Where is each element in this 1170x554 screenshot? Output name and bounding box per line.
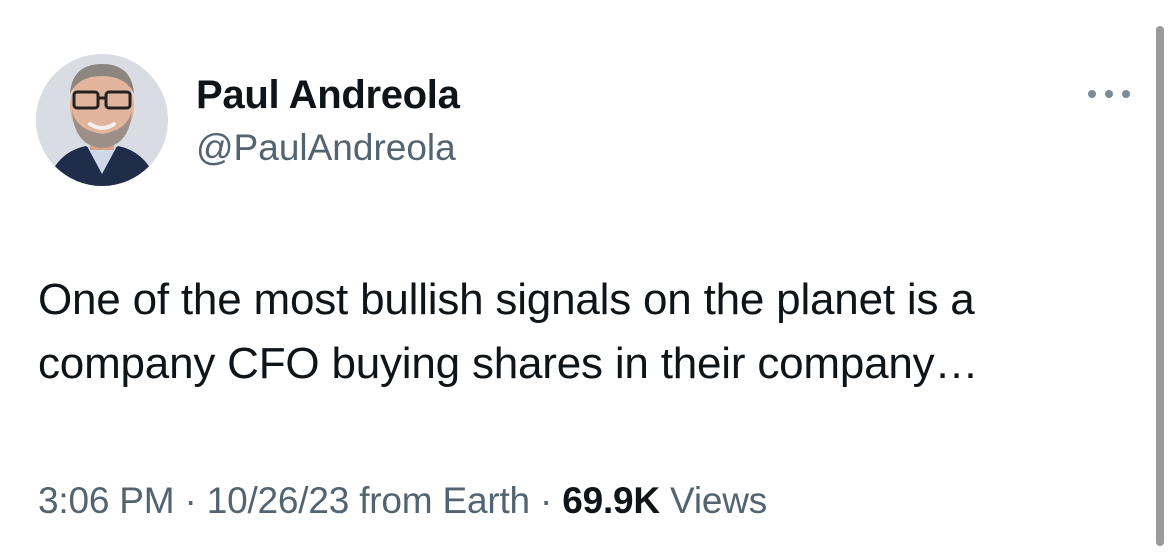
profile-photo-icon (36, 54, 168, 186)
separator: · (529, 480, 563, 521)
tweet-source: from Earth (349, 480, 530, 521)
tweet-text-line: One of the most bullish signals on the p… (38, 275, 975, 324)
views-count[interactable]: 69.9K (562, 480, 660, 521)
tweet-text: One of the most bullish signals on the p… (38, 268, 1148, 396)
author-name[interactable]: Paul Andreola (196, 72, 460, 118)
author-handle[interactable]: @PaulAndreola (196, 126, 456, 170)
more-horizontal-icon (1122, 90, 1130, 98)
avatar[interactable] (36, 54, 168, 186)
more-options-button[interactable] (1086, 80, 1132, 108)
tweet-meta: 3:06 PM · 10/26/23 from Earth · 69.9K Vi… (38, 478, 767, 524)
tweet-text-line: company CFO buying shares in their compa… (38, 339, 979, 388)
views-label: Views (659, 480, 768, 521)
more-horizontal-icon (1105, 90, 1113, 98)
tweet-time[interactable]: 3:06 PM (38, 480, 175, 521)
scrollbar[interactable] (1156, 26, 1164, 546)
tweet-card: Paul Andreola @PaulAndreola One of the m… (0, 0, 1170, 554)
more-horizontal-icon (1088, 90, 1096, 98)
tweet-date[interactable]: 10/26/23 (207, 480, 350, 521)
separator: · (174, 480, 207, 521)
